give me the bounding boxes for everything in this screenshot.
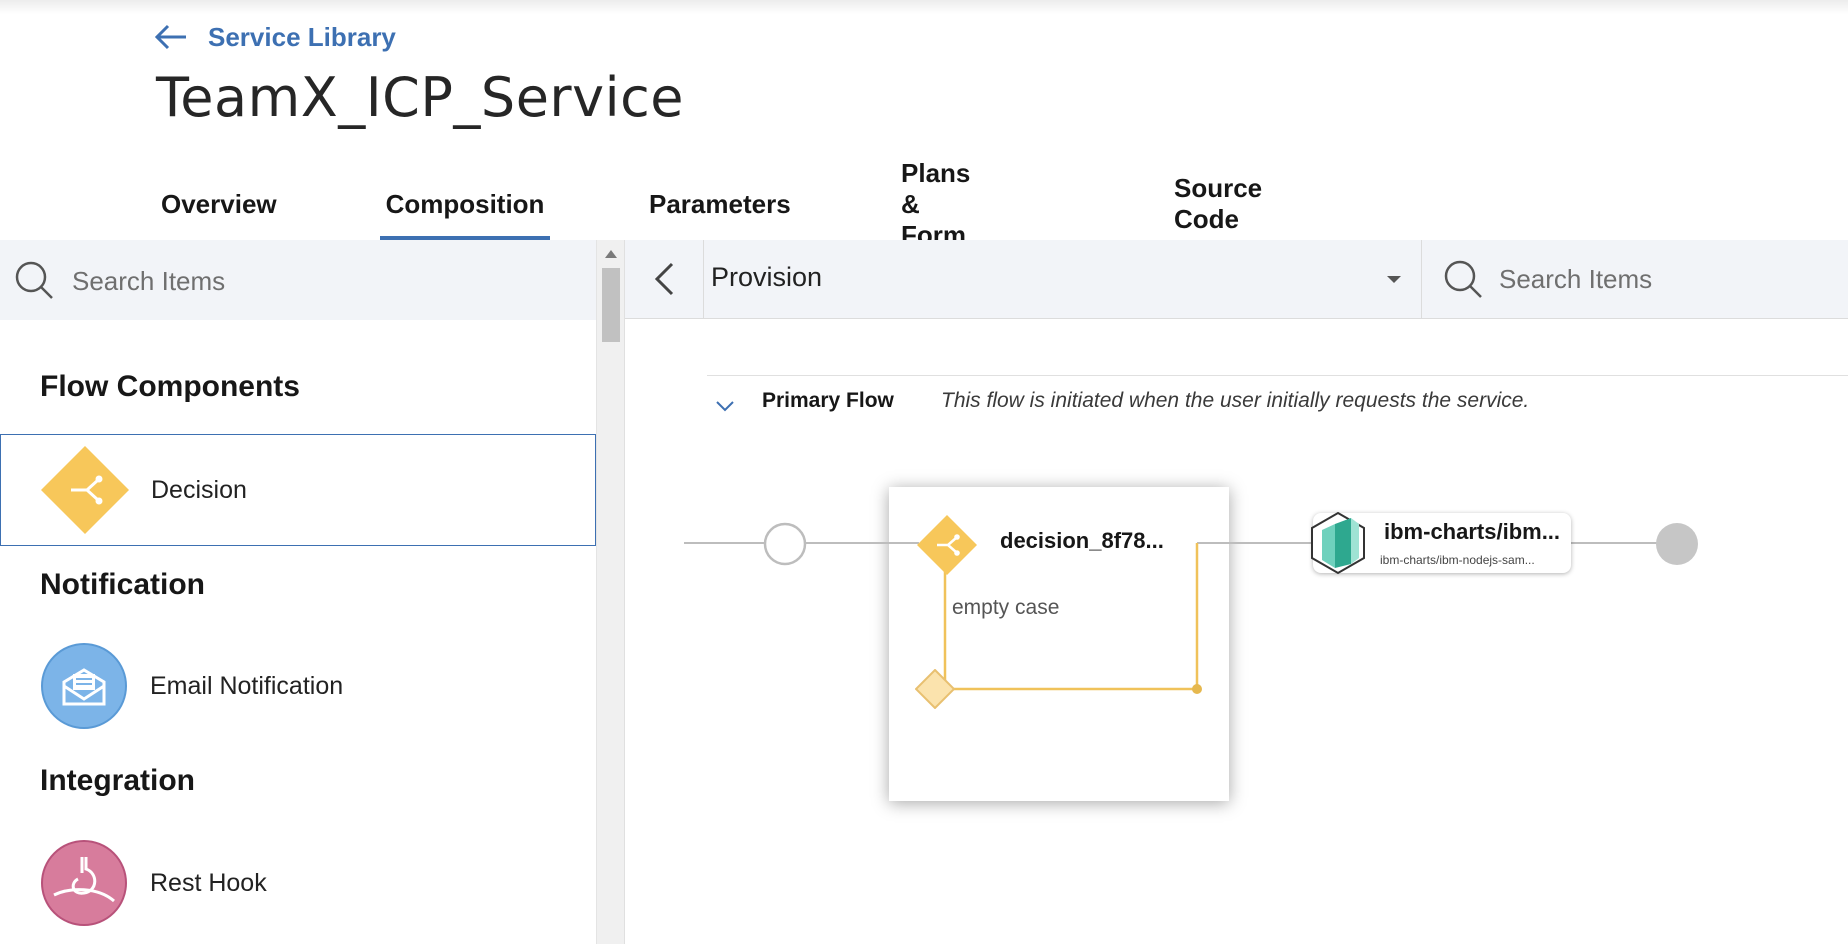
section-title-integration: Integration <box>40 764 195 797</box>
back-link-label[interactable]: Service Library <box>208 22 396 53</box>
action-select[interactable]: Provision <box>703 240 1422 318</box>
decision-title: decision_8f78... <box>1000 528 1164 553</box>
component-palette: Flow Components Decision Notification Em… <box>0 240 596 944</box>
decision-icon <box>41 446 129 534</box>
palette-item-label: Rest Hook <box>150 868 267 897</box>
palette-item-label: Email Notification <box>150 671 344 700</box>
palette-scrollbar[interactable] <box>596 240 625 944</box>
start-node[interactable] <box>763 522 807 566</box>
top-shadow <box>0 0 1848 14</box>
scroll-thumb[interactable] <box>602 268 620 342</box>
tab-overview[interactable]: Overview <box>161 168 277 240</box>
canvas-search-input[interactable] <box>1497 258 1841 300</box>
page-title: TeamX_ICP_Service <box>156 66 684 129</box>
palette-item-label: Decision <box>151 475 247 504</box>
service-node[interactable]: ibm-charts/ibm... ibm-charts/ibm-nodejs-… <box>1311 511 1571 575</box>
tab-parameters[interactable]: Parameters <box>649 168 791 240</box>
tab-composition[interactable]: Composition <box>380 168 550 240</box>
section-title-notification: Notification <box>40 568 205 601</box>
decision-case-label: empty case <box>952 596 1060 619</box>
canvas-toolbar: Provision <box>625 240 1848 319</box>
decision-node-icon[interactable] <box>917 515 977 575</box>
service-subtitle: ibm-charts/ibm-nodejs-sam... <box>1380 553 1535 567</box>
rest-hook-icon <box>41 840 127 926</box>
service-title: ibm-charts/ibm... <box>1384 519 1561 544</box>
case-diamond-icon[interactable] <box>915 669 955 709</box>
palette-search <box>0 240 596 320</box>
flow-connectors <box>684 542 1657 694</box>
palette-search-input[interactable] <box>70 260 574 302</box>
action-select-value: Provision <box>711 262 823 292</box>
canvas-search <box>1421 240 1848 318</box>
tab-source-code[interactable]: Source Code <box>1174 168 1262 240</box>
search-icon <box>15 261 53 299</box>
palette-item-email-notification[interactable]: Email Notification <box>0 630 596 742</box>
flow-canvas: Primary Flow This flow is initiated when… <box>625 319 1848 944</box>
chevron-down-icon <box>1387 276 1401 283</box>
helm-chart-icon <box>1311 511 1365 575</box>
collapse-palette-button[interactable] <box>625 240 704 318</box>
search-icon <box>1444 260 1482 298</box>
tab-plans-form[interactable]: Plans & Form <box>901 158 970 250</box>
email-icon <box>41 643 127 729</box>
chevron-left-icon <box>654 262 674 296</box>
section-title-flow-components: Flow Components <box>40 370 300 403</box>
end-node[interactable] <box>1655 522 1699 566</box>
scroll-up-arrow-icon[interactable] <box>605 250 617 258</box>
palette-item-rest-hook[interactable]: Rest Hook <box>0 827 596 939</box>
arrow-left-icon <box>154 24 186 50</box>
palette-item-decision[interactable]: Decision <box>0 434 596 546</box>
back-to-service-library[interactable]: Service Library <box>154 14 396 60</box>
